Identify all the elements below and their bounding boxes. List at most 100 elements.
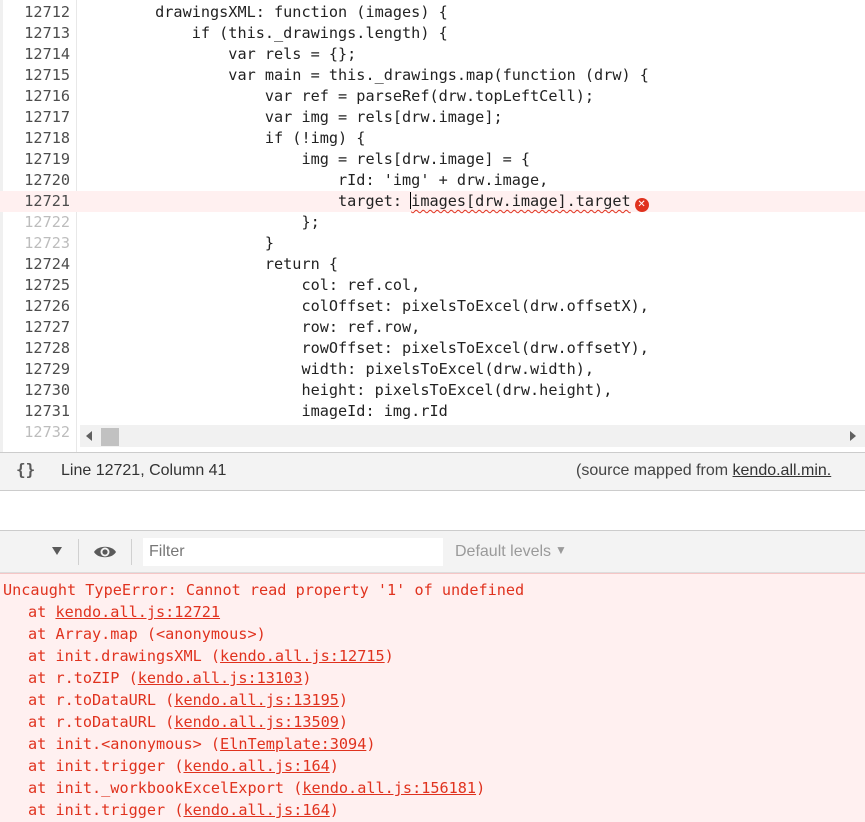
pretty-print-icon[interactable]: {} — [16, 460, 35, 479]
line-number[interactable]: 12732 — [0, 422, 70, 443]
frame-source-link[interactable]: kendo.all.js:156181 — [302, 779, 476, 797]
code-line[interactable]: 12719 img = rels[drw.image] = { — [0, 149, 865, 170]
stack-frame: at init._workbookExcelExport (kendo.all.… — [28, 779, 485, 797]
paren: ) — [302, 669, 312, 687]
code-line[interactable]: 12716 var ref = parseRef(drw.topLeftCell… — [0, 86, 865, 107]
paren: ( — [210, 647, 221, 665]
code-line[interactable]: 12721 target: images[drw.image].target ✕ — [0, 191, 865, 212]
code-line[interactable]: 12720 rId: 'img' + drw.image, — [0, 170, 865, 191]
code-text: colOffset: pixelsToExcel(drw.offsetX), — [82, 297, 649, 315]
horizontal-scrollbar[interactable] — [80, 425, 865, 447]
frame-source-link[interactable]: kendo.all.js:13195 — [174, 691, 339, 709]
error-circle-icon[interactable]: ✕ — [634, 198, 649, 212]
code-line[interactable]: 12729 width: pixelsToExcel(drw.width), — [0, 359, 865, 380]
code-line[interactable]: 12713 if (this._drawings.length) { — [0, 23, 865, 44]
line-number[interactable]: 12721 — [0, 191, 70, 212]
frame-function: init.trigger — [55, 757, 175, 775]
paren: ( — [165, 691, 175, 709]
stack-frame: at Array.map (<anonymous>) — [28, 625, 266, 643]
frame-at: at — [28, 757, 56, 775]
source-map-link[interactable]: kendo.all.min. — [733, 462, 832, 479]
code-text: drawingsXML: function (images) { — [82, 3, 448, 21]
frame-source-link[interactable]: kendo.all.js:12715 — [220, 647, 385, 665]
stack-frame: at init.trigger (kendo.all.js:164) — [28, 801, 339, 819]
code-line[interactable]: 12723 } — [0, 233, 865, 254]
code-line[interactable]: 12717 var img = rels[drw.image]; — [0, 107, 865, 128]
line-number[interactable]: 12722 — [0, 212, 70, 233]
code-text: var ref = parseRef(drw.topLeftCell); — [82, 87, 595, 105]
frame-at: at — [28, 603, 56, 621]
code-line[interactable]: 12731 imageId: img.rId — [0, 401, 865, 422]
source-editor[interactable]: 12712 drawingsXML: function (images) {12… — [0, 0, 865, 452]
line-number[interactable]: 12724 — [0, 254, 70, 275]
line-number[interactable]: 12713 — [0, 23, 70, 44]
code-line[interactable]: 12727 row: ref.row, — [0, 317, 865, 338]
frame-source-link[interactable]: kendo.all.js:13509 — [174, 713, 339, 731]
line-number[interactable]: 12725 — [0, 275, 70, 296]
frame-source-link[interactable]: kendo.all.js:13103 — [138, 669, 303, 687]
frame-source-link[interactable]: kendo.all.js:12721 — [55, 603, 220, 621]
line-number[interactable]: 12714 — [0, 44, 70, 65]
paren: ) — [338, 713, 349, 731]
scroll-left-icon[interactable] — [86, 431, 92, 441]
stack-frame: at r.toDataURL (kendo.all.js:13509) — [28, 713, 348, 731]
stack-frame: at init.<anonymous> (ElnTemplate:3094) — [28, 735, 376, 753]
code-text: return { — [82, 255, 339, 273]
code-text: width: pixelsToExcel(drw.width), — [82, 360, 595, 378]
paren: ) — [329, 801, 339, 819]
context-dropdown-icon[interactable] — [52, 547, 62, 555]
levels-label: Default levels — [455, 543, 552, 560]
code-line[interactable]: 12718 if (!img) { — [0, 128, 865, 149]
frame-function: init.trigger — [55, 801, 175, 819]
line-number[interactable]: 12720 — [0, 170, 70, 191]
code-line[interactable]: 12728 rowOffset: pixelsToExcel(drw.offse… — [0, 338, 865, 359]
error-message: Uncaught TypeError: Cannot read property… — [3, 581, 525, 599]
code-line[interactable]: 12730 height: pixelsToExcel(drw.height), — [0, 380, 865, 401]
line-number[interactable]: 12730 — [0, 380, 70, 401]
console-toolbar: Default levels▼ — [0, 530, 865, 573]
frame-source-link[interactable]: kendo.all.js:164 — [183, 757, 329, 775]
filter-input[interactable] — [143, 538, 443, 566]
line-number[interactable]: 12712 — [0, 2, 70, 23]
code-text: col: ref.col, — [82, 276, 421, 294]
line-number[interactable]: 12718 — [0, 128, 70, 149]
frame-at: at — [28, 713, 56, 731]
code-text: height: pixelsToExcel(drw.height), — [82, 381, 613, 399]
line-number[interactable]: 12719 — [0, 149, 70, 170]
line-number[interactable]: 12723 — [0, 233, 70, 254]
code-line[interactable]: 12725 col: ref.col, — [0, 275, 865, 296]
frame-source-link[interactable]: ElnTemplate:3094 — [220, 735, 366, 753]
frame-function: r.toZIP — [55, 669, 129, 687]
eye-icon[interactable] — [93, 544, 117, 560]
code-text: } — [82, 234, 275, 252]
scrollbar-thumb[interactable] — [101, 428, 119, 446]
line-number[interactable]: 12717 — [0, 107, 70, 128]
frame-source-link[interactable]: kendo.all.js:164 — [183, 801, 329, 819]
code-line[interactable]: 12715 var main = this._drawings.map(func… — [0, 65, 865, 86]
code-text: if (!img) { — [82, 129, 366, 147]
line-number[interactable]: 12727 — [0, 317, 70, 338]
code-line[interactable]: 12712 drawingsXML: function (images) { — [0, 2, 865, 23]
code-line[interactable]: 12726 colOffset: pixelsToExcel(drw.offse… — [0, 296, 865, 317]
code-text: target: images[drw.image].target ✕ — [82, 191, 649, 212]
line-number[interactable]: 12731 — [0, 401, 70, 422]
line-number[interactable]: 12728 — [0, 338, 70, 359]
frame-at: at — [28, 669, 56, 687]
code-line[interactable]: 12714 var rels = {}; — [0, 44, 865, 65]
line-number[interactable]: 12726 — [0, 296, 70, 317]
stack-frame: at init.trigger (kendo.all.js:164) — [28, 757, 339, 775]
default-levels-dropdown[interactable]: Default levels ▼ — [455, 543, 567, 561]
cursor-position: Line 12721, Column 41 — [61, 462, 227, 479]
paren: ( — [165, 713, 175, 731]
code-line[interactable]: 12722 }; — [0, 212, 865, 233]
line-number[interactable]: 12715 — [0, 65, 70, 86]
scroll-right-icon[interactable] — [850, 431, 856, 441]
chevron-down-icon: ▼ — [555, 543, 567, 557]
code-line[interactable]: 12724 return { — [0, 254, 865, 275]
paren: ) — [338, 691, 349, 709]
line-number[interactable]: 12729 — [0, 359, 70, 380]
frame-function: Array.map (<anonymous>) — [55, 625, 266, 643]
code-text: imageId: img.rId — [82, 402, 448, 420]
stack-frame: at kendo.all.js:12721 — [28, 603, 220, 621]
line-number[interactable]: 12716 — [0, 86, 70, 107]
